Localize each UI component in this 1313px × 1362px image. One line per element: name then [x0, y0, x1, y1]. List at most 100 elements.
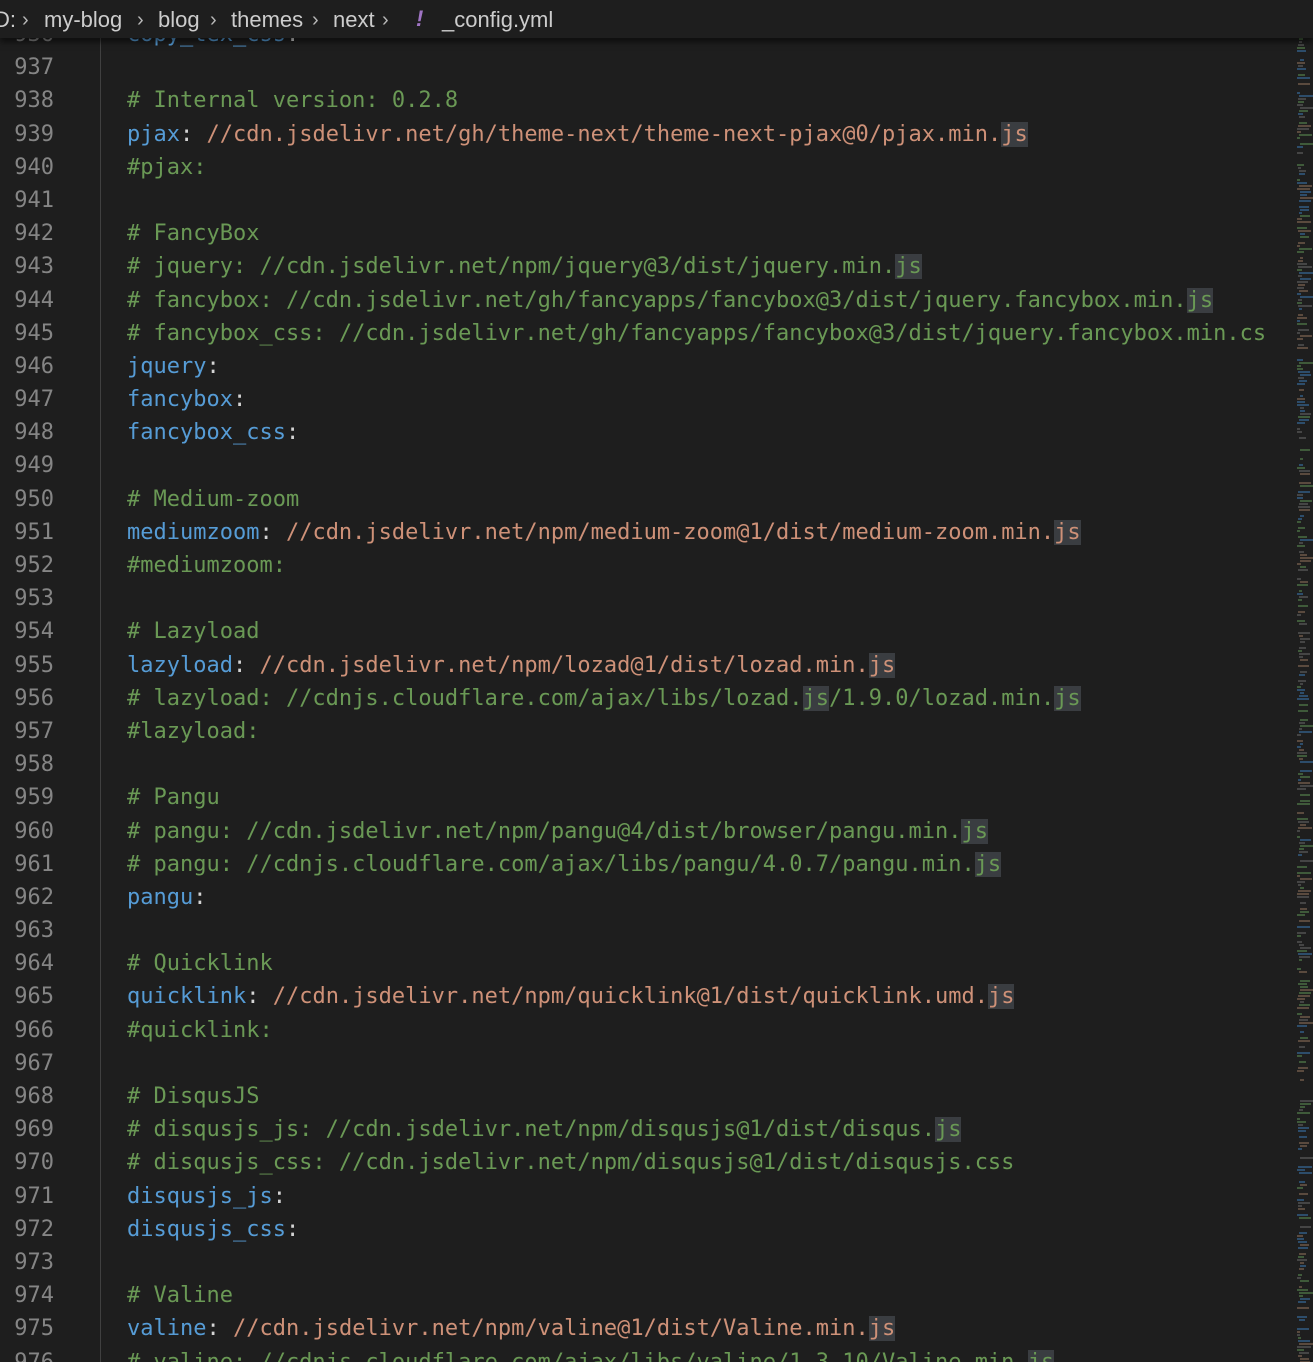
minimap-line	[1299, 647, 1306, 649]
minimap-line	[1300, 911, 1309, 913]
line-code: #mediumzoom:	[127, 549, 286, 582]
minimap-line	[1297, 1334, 1300, 1336]
minimap-line	[1298, 506, 1310, 508]
breadcrumb-drive[interactable]: D:	[0, 6, 16, 34]
minimap-line	[1298, 284, 1305, 286]
code-line[interactable]: 973	[0, 1246, 1287, 1279]
line-code: # FancyBox	[127, 217, 259, 250]
minimap-line	[1300, 776, 1310, 778]
minimap-line	[1299, 728, 1302, 730]
minimap-line	[1299, 1319, 1305, 1321]
code-line[interactable]: 974 # Valine	[0, 1279, 1287, 1312]
code-line[interactable]: 952 #mediumzoom:	[0, 549, 1287, 582]
code-line[interactable]: 969 # disqusjs_js: //cdn.jsdelivr.net/npm…	[0, 1113, 1287, 1146]
line-number: 948	[14, 420, 54, 446]
code-token: js	[934, 1117, 962, 1143]
code-line[interactable]: 947 fancybox:	[0, 383, 1287, 416]
code-line[interactable]: 936 copy_tex_css:	[0, 38, 1287, 51]
line-code: # Medium-zoom	[127, 483, 299, 516]
code-line[interactable]: 970 # disqusjs_css: //cdn.jsdelivr.net/np…	[0, 1146, 1287, 1179]
minimap-line	[1297, 422, 1305, 424]
code-line[interactable]: 976 # valine: //cdnjs.cloudflare.com/ajax…	[0, 1346, 1287, 1362]
minimap-line	[1298, 527, 1305, 529]
code-line[interactable]: 968 # DisqusJS	[0, 1080, 1287, 1113]
minimap-line	[1297, 755, 1307, 757]
code-line[interactable]: 962 pangu:	[0, 881, 1287, 914]
minimap-line	[1297, 182, 1307, 184]
code-line[interactable]: 959 # Pangu	[0, 781, 1287, 814]
breadcrumb-item-themes[interactable]: themes	[231, 6, 303, 34]
minimap-line	[1298, 1241, 1307, 1243]
code-line[interactable]: 943 # jquery: //cdn.jsdelivr.net/npm/jque…	[0, 250, 1287, 283]
minimap-line	[1297, 872, 1311, 874]
code-line[interactable]: 971 disqusjs_js:	[0, 1180, 1287, 1213]
minimap-line	[1297, 836, 1300, 838]
code-line[interactable]: 945 # fancybox_css: //cdn.jsdelivr.net/gh…	[0, 317, 1287, 350]
chevron-right-icon: ›	[312, 9, 319, 31]
minimap-line	[1299, 248, 1312, 250]
minimap-line	[1297, 614, 1301, 616]
code-line[interactable]: 953	[0, 582, 1287, 615]
minimap-line	[1298, 1355, 1302, 1357]
line-code: fancybox:	[127, 383, 246, 416]
minimap-line	[1297, 584, 1308, 586]
code-line[interactable]: 963	[0, 914, 1287, 947]
code-line[interactable]: 938 # Internal version: 0.2.8	[0, 84, 1287, 117]
code-line[interactable]: 955 lazyload: //cdn.jsdelivr.net/npm/loza…	[0, 649, 1287, 682]
code-line[interactable]: 965 quicklink: //cdn.jsdelivr.net/npm/qui…	[0, 980, 1287, 1013]
breadcrumb-item-blog[interactable]: blog	[158, 6, 200, 34]
code-line[interactable]: 941	[0, 184, 1287, 217]
code-token: # FancyBox	[127, 221, 260, 247]
code-line[interactable]: 944 # fancybox: //cdn.jsdelivr.net/gh/fan…	[0, 284, 1287, 317]
minimap-line	[1299, 200, 1311, 202]
minimap-line	[1297, 1070, 1304, 1072]
minimap-line	[1300, 1244, 1309, 1246]
code-line[interactable]: 956 # lazyload: //cdnjs.cloudflare.com/aj…	[0, 682, 1287, 715]
code-token: # Medium-zoom	[127, 486, 300, 512]
minimap-line	[1297, 1238, 1304, 1240]
minimap-line	[1300, 671, 1307, 673]
code-line[interactable]: 942 # FancyBox	[0, 217, 1287, 250]
breadcrumb-item-my-blog[interactable]: my-blog	[44, 6, 122, 34]
minimap-line	[1299, 851, 1308, 853]
code-line[interactable]: 957 #lazyload:	[0, 715, 1287, 748]
code-line[interactable]: 966 #quicklink:	[0, 1014, 1287, 1047]
code-line[interactable]: 958	[0, 748, 1287, 781]
code-line[interactable]: 948 fancybox_css:	[0, 416, 1287, 449]
minimap-line	[1298, 74, 1305, 76]
line-number: 960	[14, 818, 54, 844]
code-line[interactable]: 972 disqusjs_css:	[0, 1213, 1287, 1246]
code-line[interactable]: 950 # Medium-zoom	[0, 483, 1287, 516]
minimap-line	[1299, 464, 1303, 466]
breadcrumb-item-next[interactable]: next	[333, 6, 375, 34]
indent-guide	[100, 38, 101, 1362]
code-token: # valine: //cdnjs.cloudflare.com/ajax/li…	[127, 1349, 1028, 1362]
line-number: 975	[14, 1316, 54, 1342]
minimap-line	[1300, 335, 1312, 337]
code-token: :	[206, 1316, 233, 1342]
breadcrumb-file-name[interactable]: _config.yml	[442, 6, 553, 34]
minimap-line	[1300, 458, 1303, 460]
minimap-line	[1300, 794, 1310, 796]
code-line[interactable]: 967	[0, 1047, 1287, 1080]
code-editor[interactable]: 936 copy_tex_css: 937 938 # Internal version…	[0, 38, 1287, 1362]
minimap-line	[1298, 983, 1307, 985]
code-line[interactable]: 951 mediumzoom: //cdn.jsdelivr.net/npm/me…	[0, 516, 1287, 549]
code-line[interactable]: 939 pjax: //cdn.jsdelivr.net/gh/theme-nex…	[0, 118, 1287, 151]
line-number: 964	[14, 951, 54, 977]
code-line[interactable]: 961 # pangu: //cdnjs.cloudflare.com/ajax/…	[0, 848, 1287, 881]
code-line[interactable]: 949	[0, 449, 1287, 482]
code-line[interactable]: 975 valine: //cdn.jsdelivr.net/npm/valine…	[0, 1312, 1287, 1345]
minimap-line	[1299, 206, 1309, 208]
code-line[interactable]: 954 # Lazyload	[0, 615, 1287, 648]
code-line[interactable]: 946 jquery:	[0, 350, 1287, 383]
code-line[interactable]: 937	[0, 51, 1287, 84]
code-line[interactable]: 940 #pjax:	[0, 151, 1287, 184]
minimap-line	[1297, 1346, 1311, 1348]
minimap-line	[1299, 590, 1302, 592]
minimap[interactable]	[1287, 38, 1313, 1362]
code-line[interactable]: 960 # pangu: //cdn.jsdelivr.net/npm/pangu…	[0, 815, 1287, 848]
minimap-line	[1299, 1286, 1302, 1288]
code-line[interactable]: 964 # Quicklink	[0, 947, 1287, 980]
minimap-line	[1299, 1352, 1309, 1354]
